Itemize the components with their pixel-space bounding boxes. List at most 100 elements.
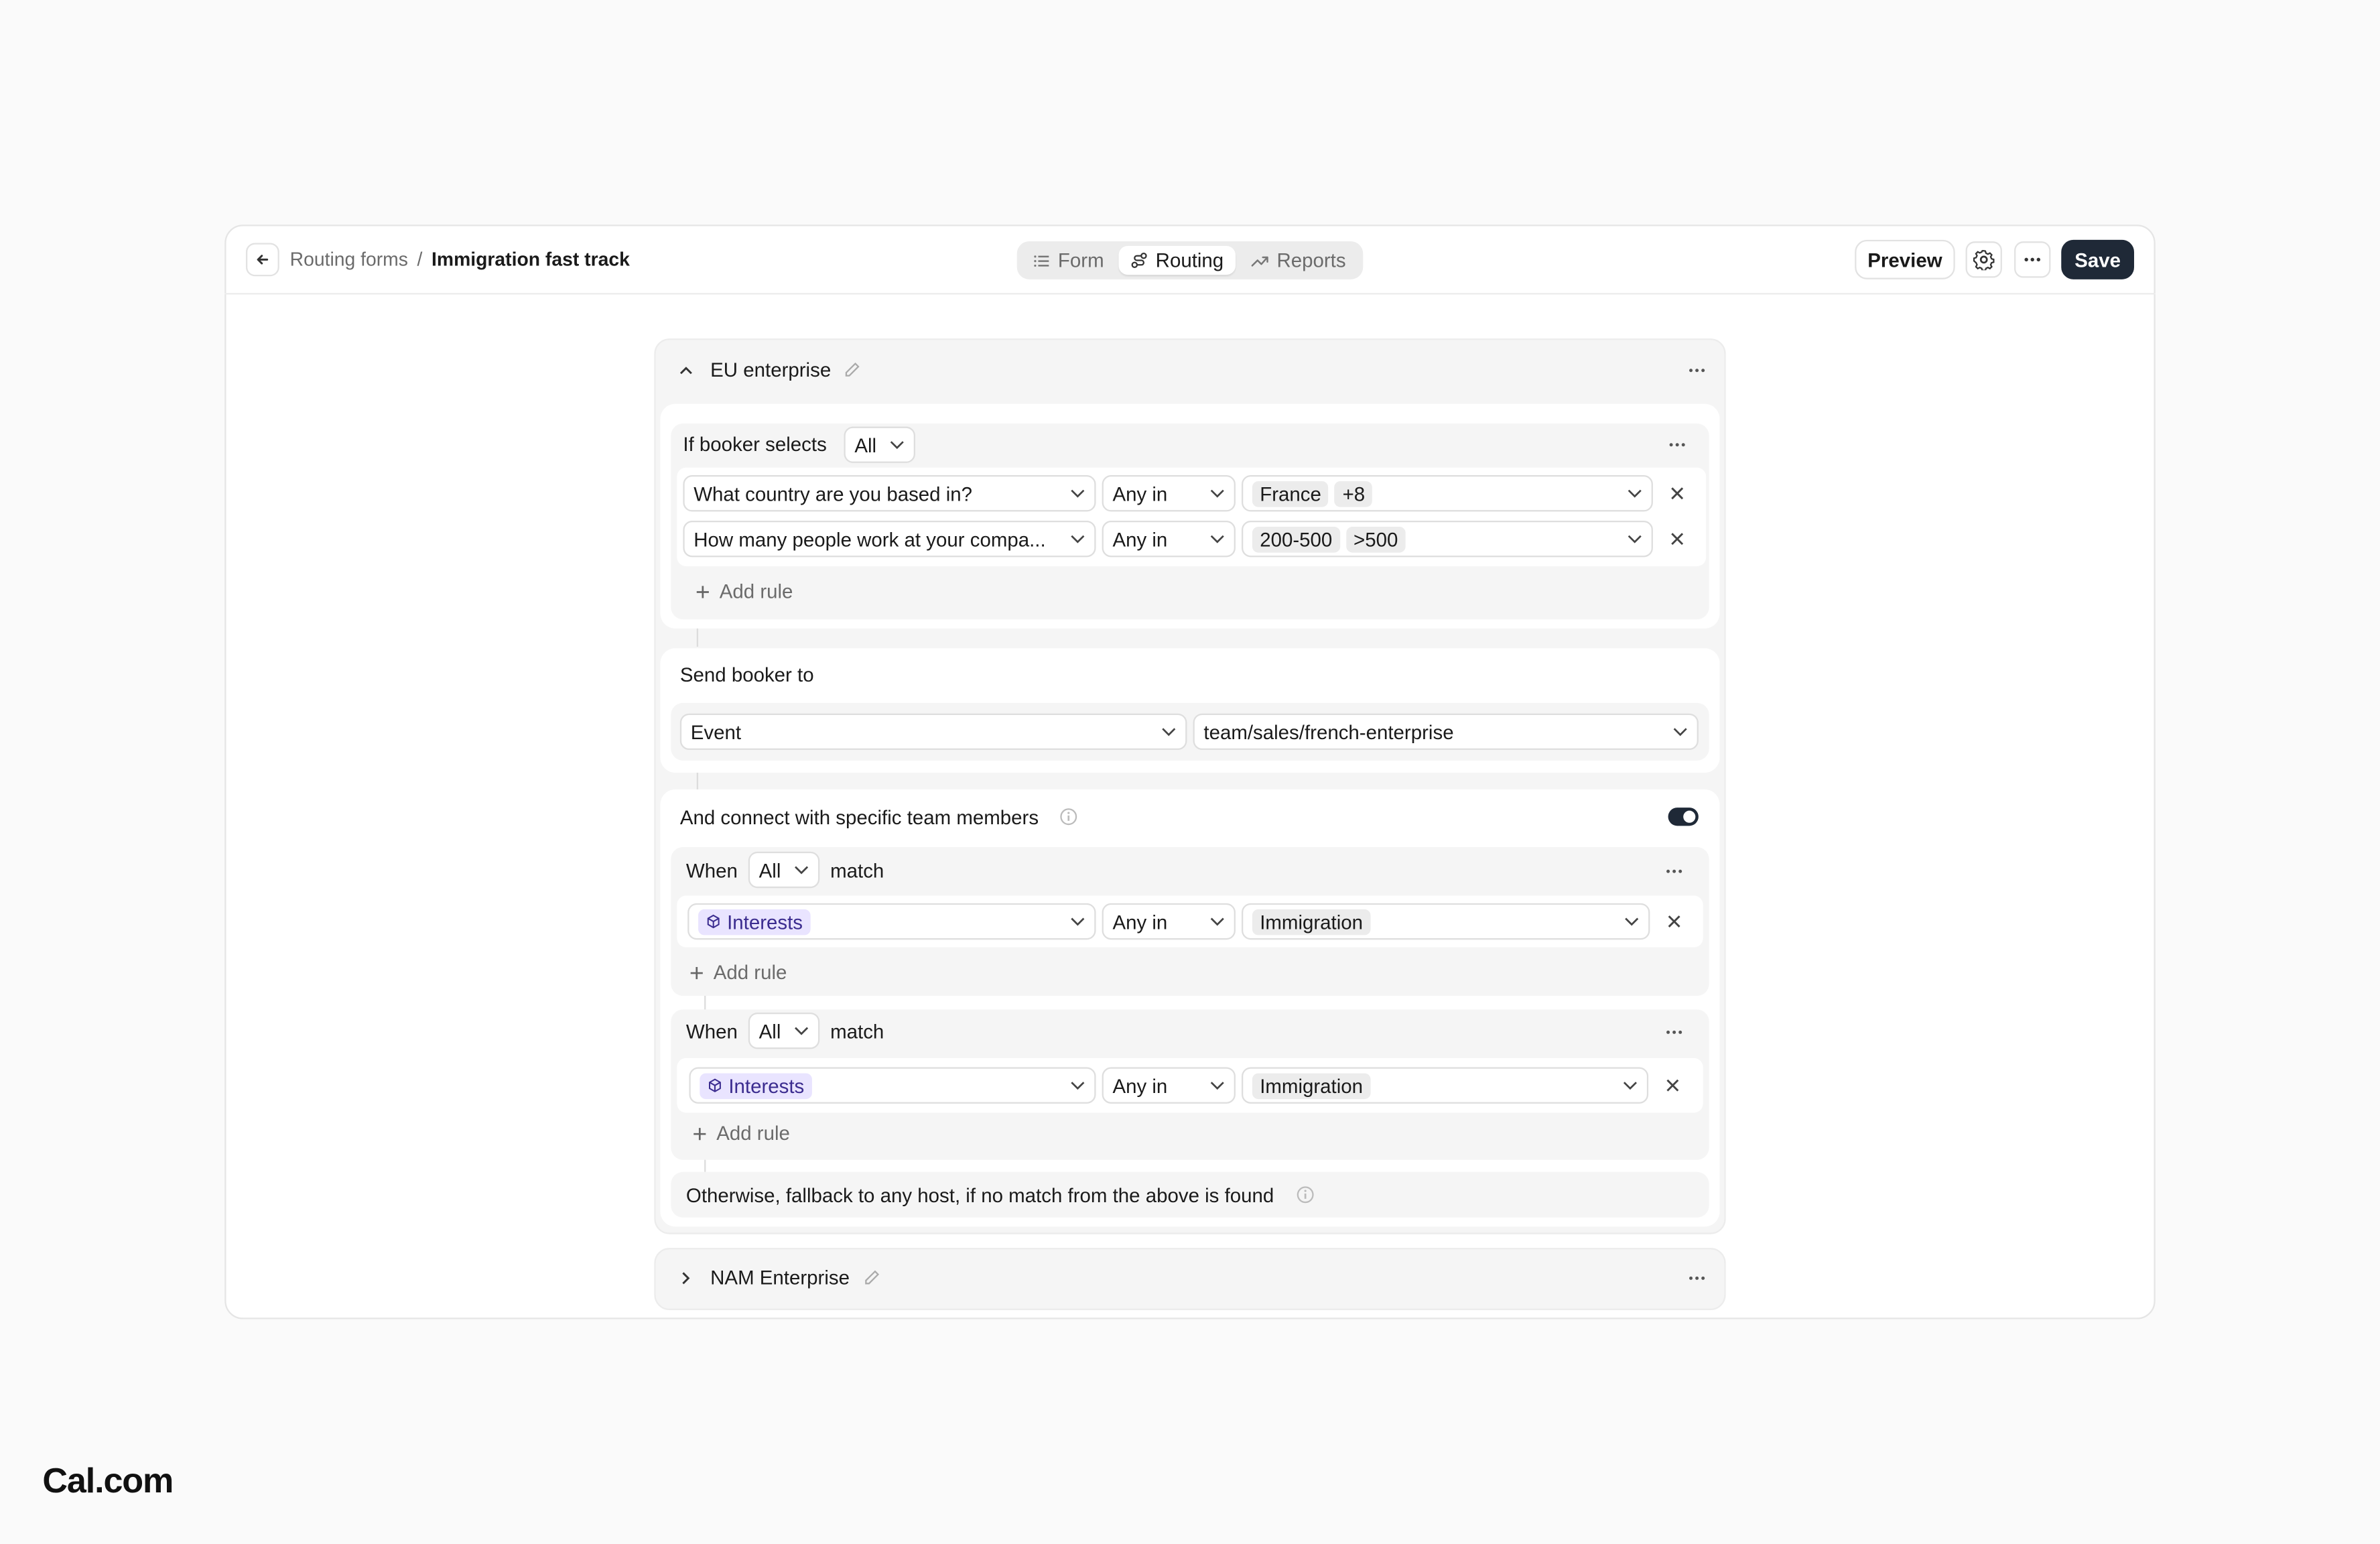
attribute-field-select[interactable]: Interests [689,1067,1096,1104]
preview-button[interactable]: Preview [1855,239,1955,279]
group-mode-value: All [758,1019,781,1043]
route-more-icon[interactable] [1688,1275,1706,1281]
chevron-down-icon [1623,1082,1637,1090]
plus-icon [696,585,709,598]
condition-prefix: If booker selects [683,432,827,456]
send-type-select[interactable]: Event [679,713,1187,751]
attribute-chip: Interests [698,908,811,935]
add-rule-button[interactable]: Add rule [692,1122,790,1145]
group-value-select[interactable]: Immigration [1242,1067,1649,1104]
chevron-down-icon [890,441,904,450]
chevron-down-icon [1210,1082,1224,1090]
more-horizontal-icon [2024,257,2041,262]
group-operator-value: Any in [1112,1074,1168,1097]
chevron-down-icon [1210,535,1224,543]
attribute-field-select[interactable]: Interests [687,903,1096,940]
group-mode-value: All [758,858,781,882]
value-chip: France [1252,480,1329,507]
attribute-chip-label: Interests [728,1074,805,1097]
condition-more-icon[interactable] [1668,442,1687,448]
chevron-down-icon [795,1027,809,1035]
condition-mode-value: All [854,433,877,456]
add-rule-label: Add rule [719,580,793,603]
add-rule-button[interactable]: Add rule [696,580,793,602]
value-chip: Immigration [1252,908,1371,935]
group-match-label: match [830,1020,884,1043]
rule-operator-select[interactable]: Any in [1102,520,1236,558]
route-title: EU enterprise [710,358,832,381]
cube-icon [709,1078,721,1092]
tab-form[interactable]: Form [1022,246,1116,275]
group-match-label: match [830,859,884,883]
plus-icon [693,1127,706,1140]
chevron-down-icon [1162,728,1176,736]
info-icon[interactable] [1297,1185,1315,1204]
pencil-icon[interactable] [844,361,861,378]
remove-rule-icon[interactable] [1670,486,1685,501]
view-tabs: Form Routing Reports [1016,241,1364,279]
remove-rule-icon[interactable] [1670,531,1685,547]
rule-field-select[interactable]: How many people work at your compa... [683,520,1096,558]
more-menu-button[interactable] [2014,241,2051,278]
route-title: NAM Enterprise [710,1266,850,1289]
breadcrumb-current: Immigration fast track [432,249,630,271]
group-operator-select[interactable]: Any in [1102,1067,1236,1104]
attribute-chip: Interests [700,1072,812,1098]
route-more-icon[interactable] [1688,367,1706,373]
chevron-down-icon [1628,535,1642,543]
settings-button[interactable] [1965,241,2002,278]
rule-field-value: What country are you based in? [693,482,973,505]
tab-routing-label: Routing [1155,249,1224,272]
value-chip: >500 [1345,525,1406,552]
group-mode-select[interactable]: All [748,851,820,889]
rule-values-select[interactable]: France +8 [1242,475,1653,512]
chevron-down-icon [795,866,809,875]
group-more-icon[interactable] [1665,868,1683,875]
rule-field-value: How many people work at your compa... [693,527,1046,551]
value-chip-more: +8 [1335,480,1373,507]
rule-operator-select[interactable]: Any in [1102,475,1236,512]
rule-operator-value: Any in [1112,482,1168,505]
route-icon [1132,252,1148,269]
chevron-down-icon [1628,489,1642,498]
group-more-icon[interactable] [1665,1029,1683,1035]
info-icon[interactable] [1059,808,1077,826]
brand-logo: Cal.com [42,1460,174,1500]
fallback-text: Otherwise, fallback to any host, if no m… [685,1183,1274,1207]
rule-field-select[interactable]: What country are you based in? [683,475,1096,512]
remove-rule-icon[interactable] [1666,914,1682,929]
connector-line [696,628,699,647]
back-button[interactable] [245,243,279,277]
send-target-select[interactable]: team/sales/french-enterprise [1193,713,1699,751]
condition-mode-select[interactable]: All [844,426,915,463]
rule-values-select[interactable]: 200-500 >500 [1242,520,1653,558]
group-operator-select[interactable]: Any in [1102,903,1236,940]
attribute-chip-label: Interests [727,910,803,934]
group-value-select[interactable]: Immigration [1242,903,1650,940]
value-chip: 200-500 [1252,525,1340,552]
tab-reports[interactable]: Reports [1239,246,1358,275]
plus-icon [690,966,703,978]
group-operator-value: Any in [1112,910,1168,934]
group-when-label: When [685,1020,738,1043]
save-button[interactable]: Save [2061,239,2135,279]
tab-routing[interactable]: Routing [1119,245,1236,275]
list-icon [1034,255,1049,266]
connector-line [704,996,706,1010]
cube-icon [707,914,720,929]
group-mode-select[interactable]: All [748,1012,820,1049]
send-label: Send booker to [679,663,814,686]
group-when-label: When [685,859,738,883]
chevron-right-icon[interactable] [680,1271,692,1286]
add-rule-button[interactable]: Add rule [689,961,787,984]
tab-reports-label: Reports [1276,249,1346,272]
chevron-up-icon[interactable] [679,365,694,377]
breadcrumb-separator: / [417,249,423,271]
pencil-icon[interactable] [864,1269,880,1286]
breadcrumb: Routing forms / Immigration fast track [290,249,630,271]
team-toggle[interactable] [1668,808,1699,826]
value-chip: Immigration [1252,1072,1371,1098]
chevron-down-icon [1673,728,1687,736]
breadcrumb-parent[interactable]: Routing forms [290,249,408,271]
remove-rule-icon[interactable] [1665,1078,1680,1093]
